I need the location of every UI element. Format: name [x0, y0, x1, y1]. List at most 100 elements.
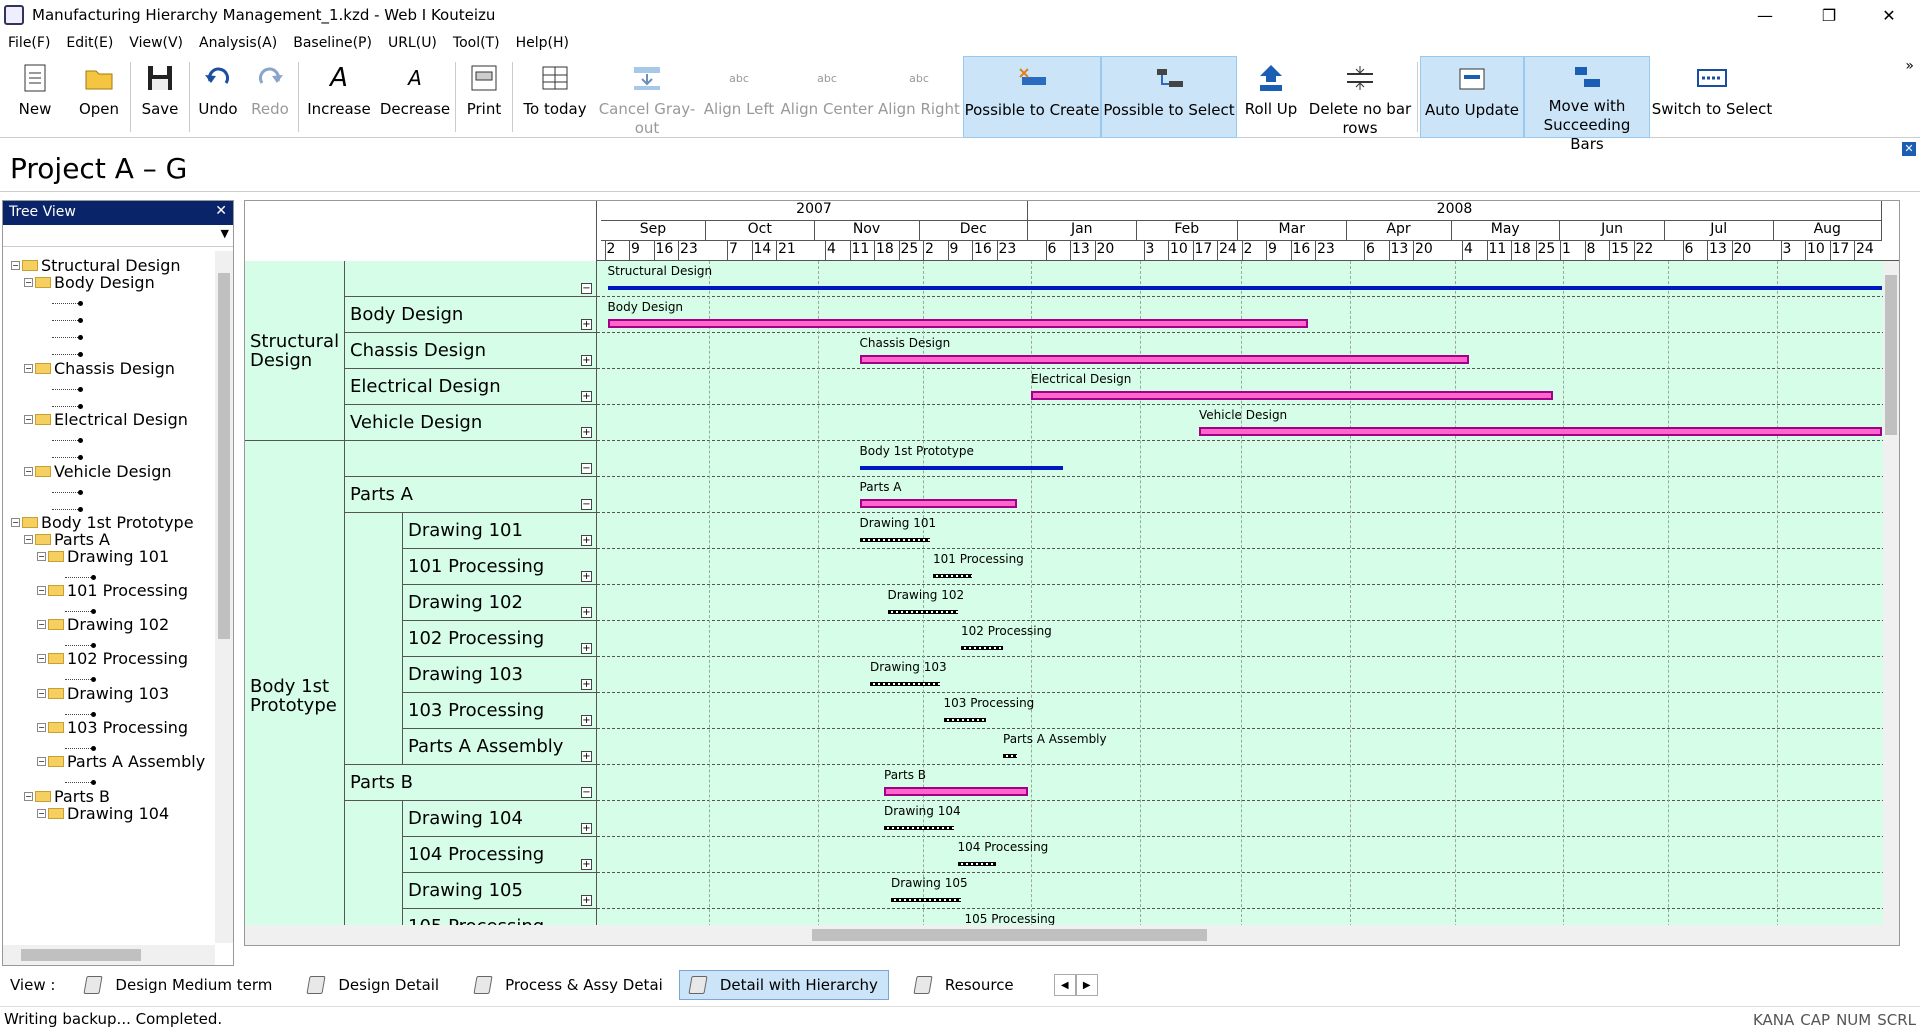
- tree-vertical-scrollbar[interactable]: [215, 251, 233, 943]
- tree-toggle-icon[interactable]: −: [37, 688, 46, 698]
- tree-toggle-icon[interactable]: −: [37, 551, 46, 561]
- prev-tab-button[interactable]: ◀: [1053, 974, 1076, 996]
- gantt-bar[interactable]: [943, 718, 986, 722]
- hierarchy-level3-cell[interactable]: Drawing 105: [403, 873, 597, 909]
- tree-scroll-thumb[interactable]: [218, 273, 230, 639]
- hierarchy-level3-cell[interactable]: Drawing 102: [403, 585, 597, 621]
- tab-process-assy-detail[interactable]: Process & Assy Detai: [465, 970, 673, 1000]
- tree-toggle-icon[interactable]: −: [37, 619, 46, 629]
- tab-resource[interactable]: Resource: [905, 970, 1024, 1000]
- open-button[interactable]: Open: [70, 56, 128, 138]
- tab-detail-with-hierarchy[interactable]: Detail with Hierarchy: [678, 970, 889, 1000]
- cancel-grayout-button[interactable]: Cancel Gray-out: [595, 56, 699, 138]
- gantt-bar[interactable]: [1031, 391, 1553, 400]
- expand-row-icon[interactable]: +: [581, 679, 592, 690]
- tab-design-medium-term[interactable]: Design Medium term: [75, 970, 282, 1000]
- hierarchy-level2-cell[interactable]: Vehicle Design: [345, 405, 597, 441]
- expand-row-icon[interactable]: +: [581, 319, 592, 330]
- menu-tool[interactable]: Tool(T): [445, 35, 508, 51]
- gantt-bar[interactable]: [887, 610, 958, 614]
- hierarchy-level2-cell[interactable]: Parts A: [345, 477, 597, 513]
- tree-horizontal-scrollbar[interactable]: [3, 945, 215, 965]
- expand-row-icon[interactable]: +: [581, 355, 592, 366]
- redo-button[interactable]: Redo: [244, 56, 296, 138]
- tree-toggle-icon[interactable]: −: [11, 260, 20, 270]
- tree-node[interactable]: − Drawing 103: [37, 683, 169, 703]
- tree-node[interactable]: − 103 Processing: [37, 717, 188, 737]
- hierarchy-level3-cell[interactable]: Drawing 104: [403, 801, 597, 837]
- restore-button[interactable]: ❐: [1806, 0, 1852, 30]
- collapse-row-icon[interactable]: −: [581, 787, 592, 798]
- print-button[interactable]: Print: [458, 56, 510, 138]
- gantt-bar[interactable]: [1199, 427, 1882, 436]
- align-center-button[interactable]: abc Align Center: [779, 56, 875, 138]
- collapse-row-icon[interactable]: −: [581, 283, 592, 294]
- hierarchy-level1-cell[interactable]: Structural Design: [245, 261, 345, 441]
- hierarchy-level1-cell[interactable]: Body 1st Prototype: [245, 441, 345, 945]
- tree-filter-dropdown[interactable]: ▼: [3, 225, 233, 247]
- tree-node[interactable]: − Parts A Assembly: [37, 751, 205, 771]
- hierarchy-level3-cell[interactable]: Parts A Assembly: [403, 729, 597, 765]
- align-right-button[interactable]: abc Align Right: [875, 56, 963, 138]
- save-button[interactable]: Save: [133, 56, 187, 138]
- expand-row-icon[interactable]: +: [581, 391, 592, 402]
- gantt-vertical-scrollbar[interactable]: [1883, 261, 1899, 945]
- expand-row-icon[interactable]: +: [581, 607, 592, 618]
- expand-row-icon[interactable]: +: [581, 535, 592, 546]
- tab-design-detail[interactable]: Design Detail: [298, 970, 449, 1000]
- tree-toggle-icon[interactable]: −: [24, 534, 33, 544]
- undo-button[interactable]: Undo: [192, 56, 244, 138]
- hierarchy-level2-cell[interactable]: Electrical Design: [345, 369, 597, 405]
- menu-url[interactable]: URL(U): [380, 35, 445, 51]
- tree-toggle-icon[interactable]: −: [24, 466, 33, 476]
- tree-node[interactable]: − 101 Processing: [37, 580, 188, 600]
- tree-node[interactable]: − Drawing 102: [37, 614, 169, 634]
- toolbar-overflow-button[interactable]: »: [1905, 58, 1914, 74]
- hierarchy-level3-cell[interactable]: Drawing 103: [403, 657, 597, 693]
- menu-view[interactable]: View(V): [121, 35, 191, 51]
- new-button[interactable]: New: [0, 56, 70, 138]
- tree-toggle-icon[interactable]: −: [24, 414, 33, 424]
- roll-up-button[interactable]: Roll Up: [1237, 56, 1305, 138]
- collapse-row-icon[interactable]: −: [581, 463, 592, 474]
- gantt-bar[interactable]: [859, 466, 1063, 470]
- close-document-icon[interactable]: ✕: [1902, 142, 1916, 156]
- tree-node[interactable]: − Drawing 101: [37, 546, 169, 566]
- menu-file[interactable]: File(F): [0, 35, 58, 51]
- gantt-bar[interactable]: [933, 574, 972, 578]
- expand-row-icon[interactable]: +: [581, 643, 592, 654]
- tree-node[interactable]: − Chassis Design: [24, 358, 175, 378]
- hierarchy-level2-cell[interactable]: Chassis Design: [345, 333, 597, 369]
- expand-row-icon[interactable]: +: [581, 895, 592, 906]
- collapse-row-icon[interactable]: −: [581, 499, 592, 510]
- tree-toggle-icon[interactable]: −: [37, 756, 46, 766]
- hierarchy-level2-cell[interactable]: Parts B: [345, 765, 597, 801]
- gantt-bar[interactable]: [859, 355, 1469, 364]
- close-button[interactable]: ✕: [1866, 0, 1912, 30]
- tree-toggle-icon[interactable]: −: [24, 277, 33, 287]
- hierarchy-level3-cell[interactable]: 101 Processing: [403, 549, 597, 585]
- tree-node[interactable]: − 102 Processing: [37, 648, 188, 668]
- hierarchy-level3-cell[interactable]: 102 Processing: [403, 621, 597, 657]
- to-today-button[interactable]: To today: [515, 56, 595, 138]
- possible-to-create-button[interactable]: Possible to Create: [963, 56, 1101, 138]
- gantt-bar[interactable]: [957, 862, 996, 866]
- gantt-bar[interactable]: [859, 499, 1017, 508]
- increase-button[interactable]: A Increase: [301, 56, 377, 138]
- next-tab-button[interactable]: ▶: [1075, 974, 1098, 996]
- gantt-bar[interactable]: [607, 286, 1882, 290]
- menu-help[interactable]: Help(H): [508, 35, 577, 51]
- auto-update-button[interactable]: Auto Update: [1420, 56, 1524, 138]
- tree-node[interactable]: − Body Design: [24, 272, 155, 292]
- gantt-bar[interactable]: [884, 787, 1028, 796]
- gantt-horizontal-scrollbar[interactable]: [597, 925, 1885, 945]
- gantt-bar[interactable]: [607, 319, 1308, 328]
- tree-node[interactable]: − Vehicle Design: [24, 461, 172, 481]
- minimize-button[interactable]: —: [1742, 0, 1788, 30]
- tree-toggle-icon[interactable]: −: [37, 585, 46, 595]
- tree-toggle-icon[interactable]: −: [24, 363, 33, 373]
- expand-row-icon[interactable]: +: [581, 751, 592, 762]
- tree-toggle-icon[interactable]: −: [37, 653, 46, 663]
- gantt-bar[interactable]: [891, 898, 961, 902]
- gantt-hscroll-thumb[interactable]: [812, 929, 1207, 941]
